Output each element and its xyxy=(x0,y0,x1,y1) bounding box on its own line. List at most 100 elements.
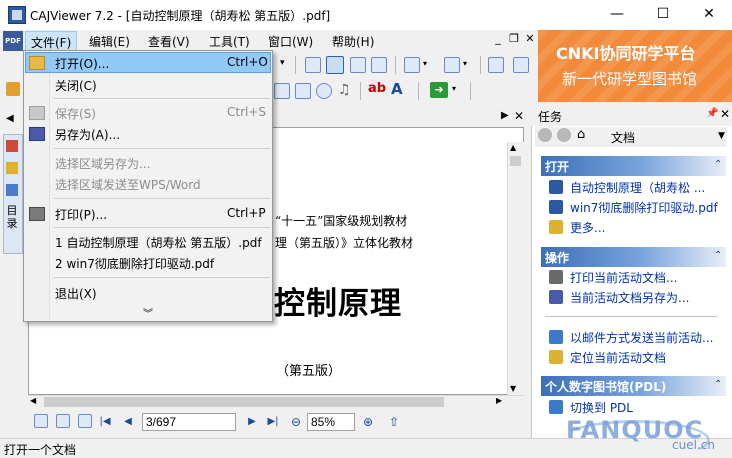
full-screen-icon[interactable] xyxy=(488,57,504,73)
task-pane-toggle-icon[interactable] xyxy=(513,57,529,73)
next-page-icon[interactable]: ▶ xyxy=(244,413,260,431)
save-active-doc-link[interactable]: 当前活动文档另存为... xyxy=(570,289,689,306)
locate-doc-link[interactable]: 定位当前活动文档 xyxy=(570,349,666,366)
menu-window[interactable]: 窗口(W) xyxy=(268,33,313,50)
horizontal-scroll-thumb[interactable] xyxy=(44,397,444,407)
collapse-chevron-icon[interactable]: ⌃ xyxy=(714,159,722,170)
menu-edit[interactable]: 编辑(E) xyxy=(89,33,130,50)
facing-page-icon[interactable] xyxy=(350,57,366,73)
mdi-close-button[interactable]: ✕ xyxy=(522,32,538,45)
left-scroll-arrow-icon[interactable]: ◀ xyxy=(6,113,14,124)
section-open-header[interactable]: 打开 xyxy=(541,156,726,176)
menu-item-save-region[interactable]: 选择区域另存为... xyxy=(55,155,150,172)
doc-subtitle-line1: “十一五”国家级规划教材 xyxy=(275,214,408,228)
go-arrow-icon[interactable]: ➜ xyxy=(430,82,448,98)
mdi-restore-button[interactable]: ❐ xyxy=(506,32,522,45)
dropdown-arrow-icon[interactable]: ▾ xyxy=(280,58,285,68)
banner-subtitle: 新一代研学型图书馆 xyxy=(562,70,698,88)
dropdown-arrow-icon[interactable]: ▾ xyxy=(452,84,456,93)
toolbar-separator xyxy=(470,82,471,100)
dropdown-arrow-icon[interactable]: ▾ xyxy=(423,59,427,68)
more-link[interactable]: 更多... xyxy=(570,219,605,236)
menu-icon-column xyxy=(24,51,50,321)
highlight-text-icon[interactable]: ab xyxy=(368,81,386,96)
mdi-minimize-button[interactable]: _ xyxy=(490,32,506,45)
eraser-icon[interactable] xyxy=(274,83,290,99)
tab-scroll-right-icon[interactable]: ▶ xyxy=(501,110,509,121)
section-actions-header[interactable]: 操作 xyxy=(541,247,726,267)
continuous-page-icon[interactable] xyxy=(326,56,344,74)
highlighter-icon[interactable] xyxy=(6,162,18,174)
scroll-up-arrow-icon[interactable]: ▲ xyxy=(510,143,516,152)
music-note-icon[interactable]: ♫ xyxy=(338,82,351,98)
recent-doc-link[interactable]: win7彻底删除打印驱动.pdf xyxy=(570,199,718,216)
menu-item-exit[interactable]: 退出(X) xyxy=(55,285,97,302)
menu-separator xyxy=(54,227,270,228)
collapse-chevron-icon[interactable]: ⌃ xyxy=(714,250,722,261)
window-title: CAJViewer 7.2 - [自动控制原理（胡寿松 第五版）.pdf] xyxy=(30,9,331,23)
first-page-icon[interactable]: |◀ xyxy=(97,413,113,431)
menu-item-save[interactable]: 保存(S) xyxy=(55,105,96,122)
forward-icon[interactable] xyxy=(557,128,571,142)
annotation-pen-icon[interactable] xyxy=(6,140,18,152)
close-document-icon[interactable]: ✕ xyxy=(514,109,524,123)
single-page-icon[interactable] xyxy=(305,57,321,73)
menu-item-save-as[interactable]: 另存为(A)... xyxy=(55,126,120,143)
thumbnails-icon[interactable] xyxy=(6,184,18,196)
document-pdf-icon[interactable]: PDF xyxy=(3,31,23,51)
scroll-left-arrow-icon[interactable]: ◀ xyxy=(30,396,36,405)
close-button[interactable]: ✕ xyxy=(686,0,732,30)
recent-doc-link[interactable]: 自动控制原理（胡寿松 ... xyxy=(570,179,705,196)
maximize-button[interactable]: ☐ xyxy=(640,0,686,30)
double-page-view-icon[interactable] xyxy=(56,414,70,428)
task-pane-doc-selector[interactable]: 文档 xyxy=(611,129,635,146)
previous-page-icon[interactable]: ◀ xyxy=(120,413,136,431)
expand-menu-chevron-icon[interactable]: ︾ xyxy=(143,305,153,320)
page-layout-icon[interactable] xyxy=(444,57,460,73)
single-page-view-icon[interactable] xyxy=(34,414,48,428)
email-doc-link[interactable]: 以邮件方式发送当前活动... xyxy=(570,329,713,346)
task-pane-close-icon[interactable]: ✕ xyxy=(720,107,730,121)
menu-tools[interactable]: 工具(T) xyxy=(209,33,250,50)
print-active-doc-link[interactable]: 打印当前活动文档... xyxy=(570,269,677,286)
continuous-facing-icon[interactable] xyxy=(371,57,387,73)
vertical-scrollbar[interactable] xyxy=(507,142,524,395)
scroll-right-arrow-icon[interactable]: ▶ xyxy=(496,396,502,405)
go-up-icon[interactable]: ⇧ xyxy=(386,413,402,431)
settings-gear-icon[interactable] xyxy=(316,83,332,99)
menu-view[interactable]: 查看(V) xyxy=(148,33,190,50)
banner-title: CNKI协同研学平台 xyxy=(556,44,696,63)
home-icon[interactable]: ⌂ xyxy=(577,127,585,142)
menu-item-recent-1[interactable]: 1 自动控制原理（胡寿松 第五版）.pdf xyxy=(55,234,262,251)
book-view-icon[interactable] xyxy=(78,414,92,428)
vertical-scroll-thumb[interactable] xyxy=(510,156,521,166)
back-icon[interactable] xyxy=(538,128,552,142)
minimize-button[interactable]: — xyxy=(594,0,640,30)
menu-item-print[interactable]: 打印(P)... xyxy=(55,206,107,223)
pin-icon[interactable]: 📌 xyxy=(706,108,718,119)
dropdown-arrow-icon[interactable]: ▼ xyxy=(718,131,725,141)
rotate-view-icon[interactable] xyxy=(404,57,420,73)
text-color-icon[interactable]: A xyxy=(391,80,403,98)
menu-item-send-region[interactable]: 选择区域发送至WPS/Word xyxy=(55,176,201,193)
menu-item-close[interactable]: 关闭(C) xyxy=(55,77,97,94)
zoom-out-icon[interactable]: ⊖ xyxy=(288,413,304,431)
image-tool-icon[interactable] xyxy=(295,83,311,99)
last-page-icon[interactable]: ▶| xyxy=(265,413,281,431)
dropdown-arrow-icon[interactable]: ▾ xyxy=(463,59,467,68)
zoom-in-icon[interactable]: ⊕ xyxy=(360,413,376,431)
toolbar-separator xyxy=(295,56,296,74)
page-number-input[interactable] xyxy=(142,413,236,431)
menu-item-recent-2[interactable]: 2 win7彻底删除打印驱动.pdf xyxy=(55,255,214,272)
hand-tool-icon[interactable] xyxy=(6,82,20,96)
switch-to-pdl-link[interactable]: 切换到 PDL xyxy=(570,399,633,416)
printer-icon xyxy=(29,207,45,221)
collapse-chevron-icon[interactable]: ⌃ xyxy=(714,379,722,390)
menu-file[interactable]: 文件(F) xyxy=(25,31,78,51)
section-pdl-header[interactable]: 个人数字图书馆(PDL) xyxy=(541,376,726,396)
table-of-contents-tab[interactable]: 目录 xyxy=(5,204,19,230)
zoom-input[interactable] xyxy=(307,413,355,431)
status-text: 打开一个文档 xyxy=(4,443,77,457)
menu-help[interactable]: 帮助(H) xyxy=(332,33,374,50)
scroll-down-arrow-icon[interactable]: ▼ xyxy=(510,384,516,393)
